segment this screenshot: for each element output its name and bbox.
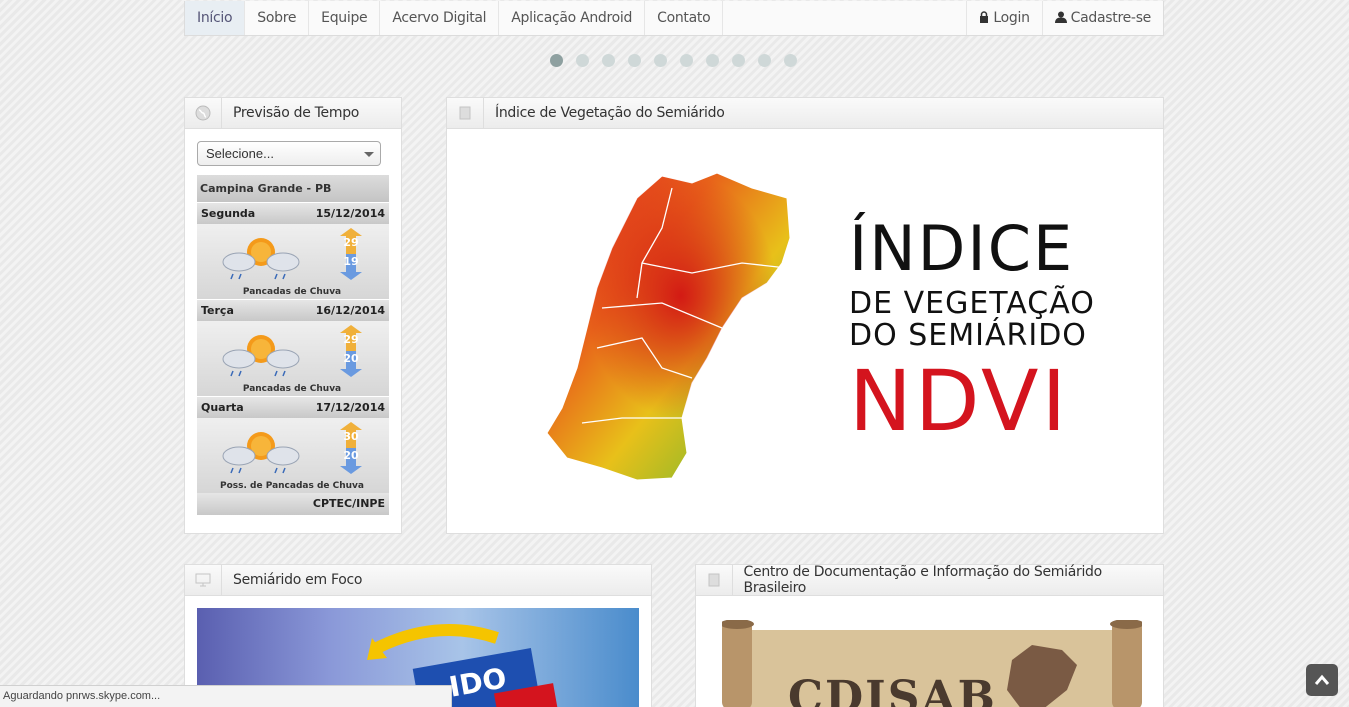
user-icon [1054,11,1067,26]
max-temp-arrow: 30 [340,422,362,448]
chevron-up-icon [1314,674,1330,685]
forecast-day-name: Terça [201,304,234,317]
max-temp: 29 [343,236,359,249]
forecast-description: Pancadas de Chuva [242,287,342,297]
forecast-source[interactable]: CPTEC/INPE [197,493,389,515]
forecast-day-body: 29 19 Pancadas de Chuva [197,224,389,299]
cdisab-banner-text: CDISAB [788,672,997,707]
document-icon [696,565,733,595]
nav-contato[interactable]: Contato [645,1,724,35]
sun-cloud-rain-icon [222,335,300,377]
min-temp-arrow: 20 [340,351,362,377]
cdisab-panel: Centro de Documentação e Informação do S… [695,564,1164,707]
carousel-dot[interactable] [784,54,797,67]
ndvi-heading-line2: DE VEGETAÇÃO [849,286,1095,321]
forecast-day-name: Quarta [201,401,244,414]
top-navbar: Início Sobre Equipe Acervo Digital Aplic… [184,1,1164,36]
carousel-indicators [550,54,797,67]
forecast-days: Segunda 15/12/2014 29 19 Pancadas de Chuva… [197,202,389,493]
presentation-icon [185,565,222,595]
ndvi-banner[interactable]: ÍNDICE DE VEGETAÇÃO DO SEMIÁRIDO NDVI [447,130,1163,533]
forecast-description: Pancadas de Chuva [242,384,342,394]
carousel-dot[interactable] [732,54,745,67]
min-temp: 20 [343,352,359,365]
forecast-description: Poss. de Pancadas de Chuva [219,481,364,491]
foco-panel-title: Semiárido em Foco [233,572,363,588]
max-temp-arrow: 29 [340,325,362,351]
forecast-day-row: Terça 16/12/2014 [197,299,389,321]
document-icon [447,98,484,128]
ndvi-heading-line1: ÍNDICE [849,212,1075,285]
ndvi-acronym: NDVI [849,352,1070,450]
carousel-dot[interactable] [550,54,563,67]
carousel-dot[interactable] [706,54,719,67]
weather-panel: Previsão de Tempo Selecione... Campina G… [184,97,402,534]
ndvi-panel: Índice de Vegetação do Semiárido ÍNDICE … [446,97,1164,534]
city-select[interactable]: Selecione... [197,141,381,166]
min-temp: 20 [343,449,359,462]
nav-right-group: Login Cadastre-se [966,1,1163,35]
weather-panel-header: Previsão de Tempo [185,98,401,129]
forecast-date: 15/12/2014 [315,207,385,220]
login-link[interactable]: Login [966,1,1041,35]
forecast-date: 17/12/2014 [315,401,385,414]
semiarid-map-image [546,172,791,481]
weather-panel-title: Previsão de Tempo [233,105,360,121]
nav-inicio[interactable]: Início [185,1,246,35]
forecast-day-body: 30 20 Poss. de Pancadas de Chuva [197,418,389,493]
nav-aplicacao-android[interactable]: Aplicação Android [499,1,646,35]
max-temp: 30 [343,430,359,443]
sun-cloud-rain-icon [222,432,300,474]
sun-cloud-rain-icon [222,238,300,280]
forecast-day-body: 29 20 Pancadas de Chuva [197,321,389,396]
register-link[interactable]: Cadastre-se [1041,1,1163,35]
min-temp-arrow: 20 [340,448,362,474]
forecast-day-name: Segunda [201,207,256,220]
min-temp-arrow: 19 [340,254,362,280]
ndvi-panel-header: Índice de Vegetação do Semiárido [447,98,1163,129]
nav-equipe[interactable]: Equipe [309,1,381,35]
carousel-dot[interactable] [628,54,641,67]
forecast-day-row: Segunda 15/12/2014 [197,202,389,224]
forecast-box: Campina Grande - PB Segunda 15/12/2014 2… [197,175,389,515]
carousel-dot[interactable] [758,54,771,67]
register-label: Cadastre-se [1070,10,1152,26]
cdisab-banner-image[interactable]: CDISAB [722,620,1142,707]
ndvi-heading-line3: DO SEMIÁRIDO [849,318,1087,353]
cdisab-panel-title: Centro de Documentação e Informação do S… [743,564,1103,596]
chevron-down-icon [364,152,374,157]
ndvi-panel-title: Índice de Vegetação do Semiárido [495,105,725,121]
browser-status-bar: Aguardando pnrws.skype.com... [0,685,452,707]
nav-acervo-digital[interactable]: Acervo Digital [380,1,500,35]
max-temp: 29 [343,333,359,346]
min-temp: 19 [343,255,359,268]
carousel-dot[interactable] [654,54,667,67]
globe-icon [185,98,222,128]
cdisab-panel-header: Centro de Documentação e Informação do S… [696,564,1163,596]
forecast-date: 16/12/2014 [315,304,385,317]
city-select-value: Selecione... [206,146,274,161]
forecast-city: Campina Grande - PB [197,175,389,202]
carousel-dot[interactable] [602,54,615,67]
scroll-to-top-button[interactable] [1306,664,1338,696]
carousel-dot[interactable] [680,54,693,67]
lock-icon [979,10,989,26]
nav-sobre[interactable]: Sobre [245,1,310,35]
nav-left-group: Início Sobre Equipe Acervo Digital Aplic… [185,1,724,35]
forecast-day-row: Quarta 17/12/2014 [197,396,389,418]
carousel-dot[interactable] [576,54,589,67]
login-label: Login [993,10,1030,26]
foco-panel-header: Semiárido em Foco [185,565,651,596]
max-temp-arrow: 29 [340,228,362,254]
